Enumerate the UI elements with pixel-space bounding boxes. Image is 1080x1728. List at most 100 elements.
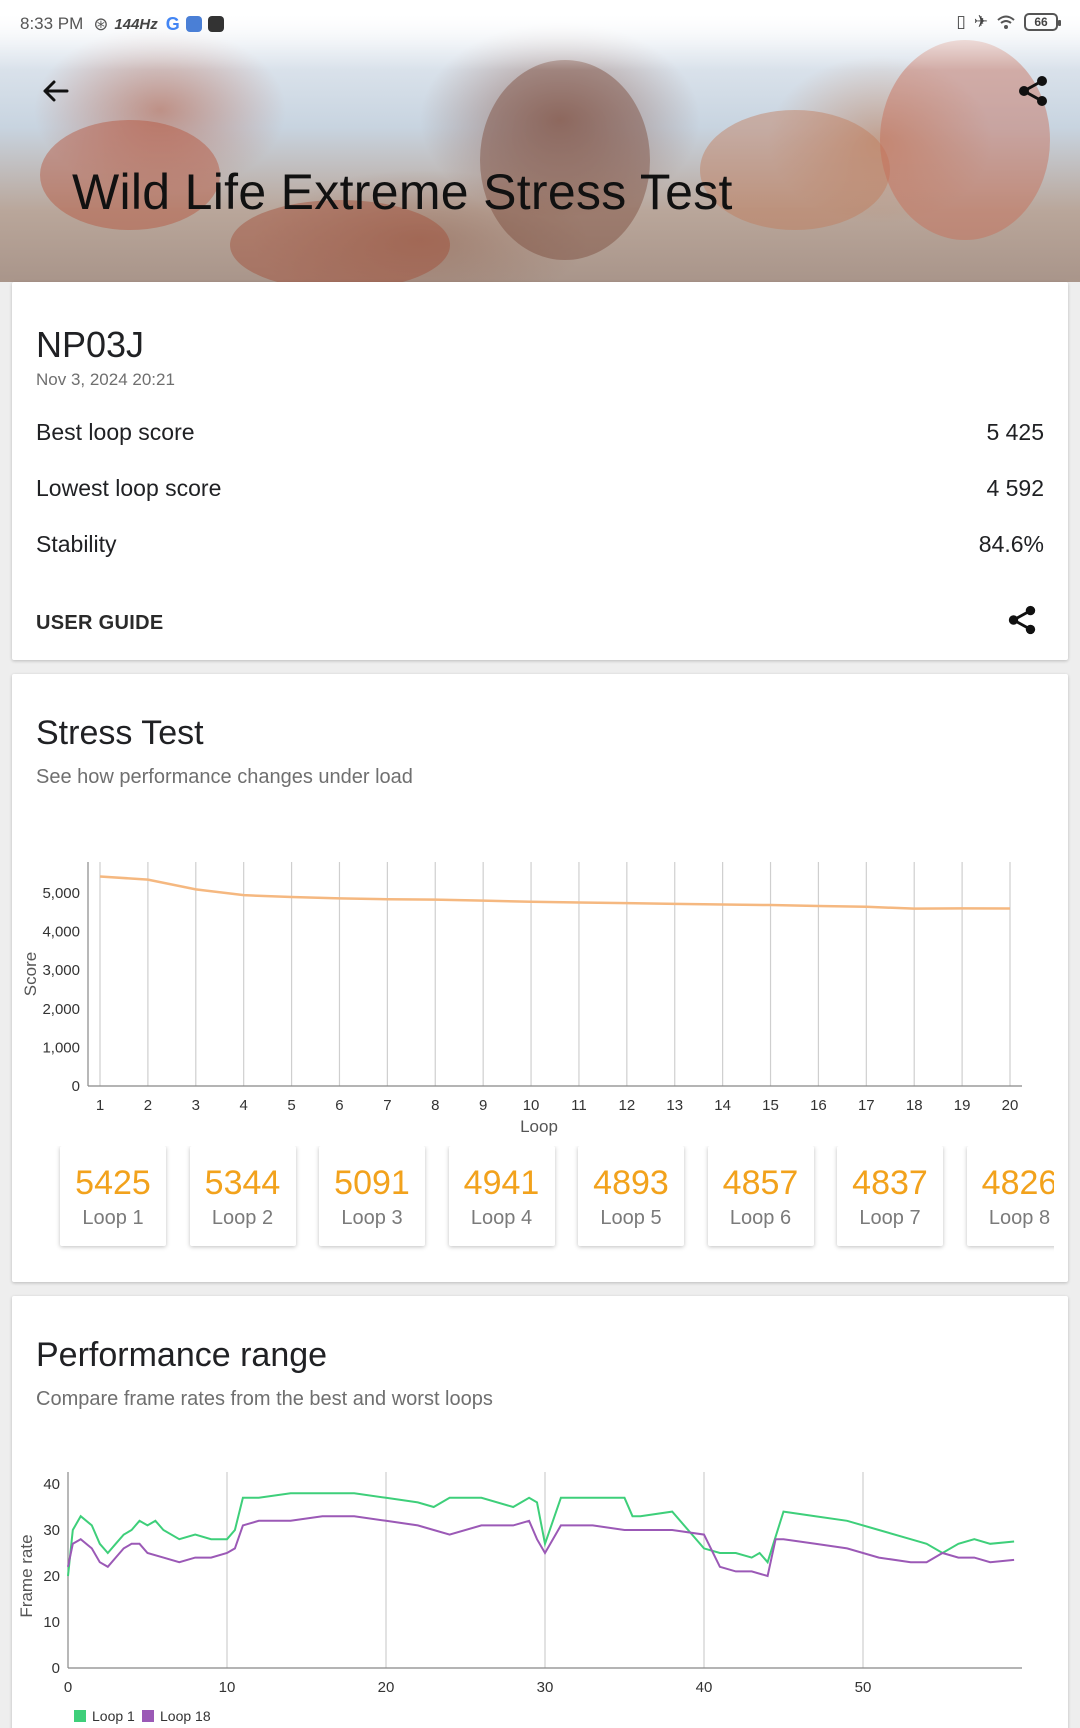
x-tick-label: 40 [696, 1679, 713, 1696]
loop-scores-strip[interactable]: 5425 Loop 1 5344 Loop 2 5091 Loop 3 4941 Loop 4… [48, 1146, 1054, 1256]
x-tick-label: 10 [523, 1097, 540, 1114]
x-tick-label: 50 [855, 1679, 872, 1696]
row-label: Lowest loop score [36, 474, 222, 501]
score-chart: 1 2 3 4 5 6 7 8 9 10 11 12 13 14 15 16 17 18 19 2001,0002,0… [21, 862, 1022, 1136]
loop-score-card[interactable]: 4893 Loop 5 [578, 1146, 684, 1246]
loop-label: Loop 8 [988, 1207, 1051, 1229]
arrow-left-icon [43, 80, 69, 102]
loop-score-value: 5091 [334, 1164, 410, 1202]
user-guide-link[interactable]: USER GUIDE [36, 612, 163, 635]
status-right: ▯ ✈ 66 [956, 12, 1061, 32]
loop-score-card[interactable]: 5091 Loop 3 [319, 1146, 425, 1246]
frame-rate-chart: 0 10 20 30 40 50 0 10 20 30 40 Frame rate Loop 1 Loop… [17, 1472, 1022, 1724]
y-tick-label: 30 [43, 1522, 60, 1539]
device-name: NP03J [36, 324, 145, 365]
row-label: Best loop score [36, 418, 195, 445]
y-tick-label: 10 [43, 1614, 60, 1631]
loop-score-card[interactable]: 4857 Loop 6 [707, 1146, 814, 1246]
x-tick-label: 11 [571, 1097, 587, 1114]
stability-row: Stability 84.6% [36, 524, 1044, 564]
y-tick-label: 2,000 [42, 1001, 80, 1018]
loop-label: Loop 1 [82, 1207, 144, 1229]
share-button[interactable] [1016, 74, 1050, 108]
x-tick-label: 15 [762, 1097, 779, 1114]
x-tick-label: 3 [192, 1097, 200, 1114]
y-axis-label: Frame rate [17, 1534, 36, 1617]
x-tick-label: 19 [954, 1097, 971, 1114]
x-tick-label: 6 [335, 1097, 343, 1114]
y-axis-label: Score [21, 952, 40, 996]
google-icon: G [165, 13, 180, 34]
vibrate-icon: ▯ [956, 12, 966, 31]
loop-score-value: 5344 [204, 1164, 281, 1202]
x-tick-label: 0 [64, 1679, 72, 1696]
aperture-icon: ⊛ [93, 13, 109, 34]
performance-range-card: Performance range Compare frame rates fr… [12, 1296, 1068, 1728]
test-date: Nov 3, 2024 20:21 [36, 370, 175, 389]
x-tick-label: 2 [144, 1097, 152, 1114]
airplane-icon: ✈ [973, 12, 988, 31]
x-tick-label: 10 [219, 1679, 236, 1696]
back-button[interactable] [38, 74, 72, 108]
lowest-loop-row: Lowest loop score 4 592 [36, 468, 1044, 508]
y-tick-label: 5,000 [42, 885, 80, 902]
series-line [67, 1492, 1015, 1577]
x-tick-label: 1 [96, 1097, 104, 1114]
loop-label: Loop 5 [600, 1207, 662, 1229]
best-loop-row: Best loop score 5 425 [36, 412, 1044, 452]
x-axis-label: Loop [520, 1117, 558, 1136]
y-tick-label: 3,000 [42, 962, 80, 979]
battery-icon: 66 [1024, 13, 1061, 31]
loop-score-value: 4837 [852, 1164, 928, 1202]
share-result-button[interactable] [1006, 604, 1038, 636]
legend-label: Loop 1 [92, 1708, 135, 1724]
status-bar: 8:33 PM ⊛ 144Hz G [0, 0, 1080, 48]
loop-score-value: 4826 [981, 1164, 1054, 1202]
y-tick-label: 1,000 [42, 1039, 80, 1056]
score-line [99, 875, 1011, 910]
x-tick-label: 20 [1002, 1097, 1019, 1114]
status-time: 8:33 PM [20, 14, 84, 33]
loop-score-card[interactable]: 4941 Loop 4 [448, 1146, 555, 1246]
loop-score-card[interactable]: 5344 Loop 2 [189, 1146, 296, 1246]
loop-score-value: 4941 [463, 1164, 540, 1202]
y-tick-label: 4,000 [42, 924, 80, 941]
x-tick-label: 30 [537, 1679, 554, 1696]
legend-swatch [142, 1710, 154, 1722]
x-tick-label: 20 [378, 1679, 395, 1696]
row-value: 5 425 [986, 418, 1044, 445]
loop-score-value: 4857 [722, 1164, 799, 1202]
y-tick-label: 0 [52, 1660, 60, 1677]
loop-score-card[interactable]: 4826 Loop 8 [966, 1146, 1054, 1246]
loop-label: Loop 4 [470, 1207, 533, 1229]
x-tick-label: 7 [383, 1097, 391, 1114]
wifi-icon [997, 15, 1015, 29]
y-tick-label: 20 [43, 1568, 60, 1585]
camera-app-icon [207, 16, 224, 32]
row-value: 84.6% [978, 530, 1044, 557]
share-icon [1019, 76, 1047, 106]
page-title: Wild Life Extreme Stress Test [72, 164, 733, 220]
loop-label: Loop 2 [211, 1207, 274, 1229]
shield-app-icon [185, 16, 202, 32]
x-tick-label: 17 [858, 1097, 875, 1114]
loop-label: Loop 7 [859, 1207, 921, 1229]
x-tick-label: 16 [810, 1097, 827, 1114]
legend-label: Loop 18 [160, 1708, 211, 1724]
x-tick-label: 5 [287, 1097, 295, 1114]
row-value: 4 592 [986, 474, 1044, 501]
loop-score-value: 5425 [75, 1164, 151, 1202]
loop-score-card[interactable]: 4837 Loop 7 [837, 1146, 943, 1246]
legend-swatch [74, 1710, 86, 1722]
loop-score-card[interactable]: 5425 Loop 1 [60, 1146, 166, 1246]
loop-label: Loop 3 [341, 1207, 403, 1229]
stress-test-card: Stress Test See how performance changes … [12, 674, 1068, 1282]
x-tick-label: 13 [666, 1097, 683, 1114]
row-label: Stability [36, 530, 117, 557]
loop-label: Loop 6 [729, 1207, 792, 1229]
summary-card: NP03J Nov 3, 2024 20:21 Best loop score … [12, 282, 1068, 660]
share-icon [1008, 605, 1036, 635]
loop-score-value: 4893 [593, 1164, 669, 1202]
refresh-rate: 144Hz [114, 15, 158, 33]
x-tick-label: 14 [714, 1097, 731, 1114]
